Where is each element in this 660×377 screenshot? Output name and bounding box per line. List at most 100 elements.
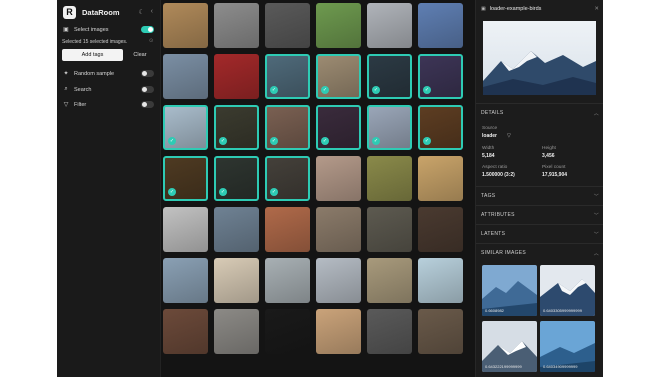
image-tile[interactable]: ✓ [418, 105, 463, 150]
image-tile[interactable]: ✓ [265, 105, 310, 150]
check-icon: ✓ [270, 188, 278, 196]
similarity-score: 0.64034909999999 [543, 364, 578, 369]
width-label: Width [482, 146, 495, 151]
image-tile[interactable] [163, 54, 208, 99]
image-tile[interactable] [265, 258, 310, 303]
latents-section-title: LATENTS [481, 231, 506, 237]
close-icon[interactable]: ✕ [594, 6, 599, 12]
attributes-section-title: ATTRIBUTES [481, 212, 515, 218]
similar-image[interactable]: 0.6608982 [482, 265, 537, 316]
image-tile[interactable] [163, 207, 208, 252]
filter-icon[interactable]: ▽ [507, 133, 511, 139]
clear-selection-icon[interactable]: ⊙ [149, 38, 153, 44]
similar-image[interactable]: 0.643222199999999 [482, 321, 537, 372]
height-label: Height [542, 146, 556, 151]
details-section-header[interactable]: DETAILS ︿ [481, 108, 599, 118]
similar-image[interactable]: 0.6403305999999999 [540, 265, 595, 316]
image-tile[interactable]: ✓ [265, 54, 310, 99]
preview-image [483, 21, 596, 95]
check-icon: ✓ [423, 137, 431, 145]
image-tile[interactable] [265, 309, 310, 354]
aspect-ratio-label: Aspect ratio [482, 165, 508, 170]
image-tile[interactable] [214, 3, 259, 48]
image-tile[interactable] [316, 309, 361, 354]
image-tile[interactable] [367, 3, 412, 48]
image-tile[interactable] [367, 156, 412, 201]
moon-icon[interactable]: ☾ [138, 8, 144, 16]
image-tile[interactable] [163, 3, 208, 48]
tags-section-header[interactable]: TAGS ﹀ [481, 191, 599, 201]
image-tile[interactable]: ✓ [367, 54, 412, 99]
image-tile[interactable] [316, 156, 361, 201]
attributes-section-header[interactable]: ATTRIBUTES ﹀ [481, 210, 599, 220]
source-label: Source [482, 126, 498, 131]
latents-section-header[interactable]: LATENTS ﹀ [481, 229, 599, 239]
image-tile[interactable] [265, 207, 310, 252]
image-tile[interactable] [316, 258, 361, 303]
select-images-label: Select images [74, 26, 109, 33]
random-sample-toggle[interactable] [141, 70, 154, 77]
image-tile[interactable]: ✓ [214, 156, 259, 201]
image-tile[interactable]: ✓ [163, 105, 208, 150]
pixel-count-label: Pixel count [542, 165, 566, 170]
image-tile[interactable]: ✓ [316, 54, 361, 99]
check-icon: ✓ [168, 137, 176, 145]
add-tags-button[interactable]: Add tags [62, 49, 123, 61]
image-tile[interactable]: ✓ [367, 105, 412, 150]
width-value: 5,184 [482, 153, 495, 159]
image-tile[interactable] [214, 258, 259, 303]
dataroom-logo-icon: R [63, 5, 76, 19]
image-tile[interactable] [214, 54, 259, 99]
similar-images-section-title: SIMILAR IMAGES [481, 250, 527, 256]
image-tile[interactable]: ✓ [265, 156, 310, 201]
filter-row[interactable]: ▽ Filter [62, 99, 154, 110]
chevron-down-icon: ﹀ [593, 231, 599, 238]
image-tile[interactable] [367, 207, 412, 252]
random-sample-label: Random sample [74, 70, 115, 77]
check-icon: ✓ [219, 137, 227, 145]
image-tile[interactable]: ✓ [418, 54, 463, 99]
filter-toggle[interactable] [141, 101, 154, 108]
image-tile[interactable] [418, 258, 463, 303]
image-tile[interactable] [418, 3, 463, 48]
clear-button[interactable]: Clear [127, 49, 153, 61]
image-tile[interactable]: ✓ [214, 105, 259, 150]
image-tile[interactable] [265, 3, 310, 48]
check-icon: ✓ [321, 137, 329, 145]
image-tile[interactable] [214, 309, 259, 354]
image-tile[interactable] [418, 309, 463, 354]
left-sidebar: R DataRoom ☾ ‹ ▣ Select images Selected … [57, 0, 161, 377]
image-tile[interactable] [418, 207, 463, 252]
similar-image[interactable]: 0.64034909999999 [540, 321, 595, 372]
image-tile[interactable]: ✓ [316, 105, 361, 150]
source-value: loader [482, 133, 498, 139]
image-tile[interactable] [316, 207, 361, 252]
image-grid: ✓ ✓ ✓ ✓ ✓ ✓ ✓ ✓ ✓ ✓ ✓ ✓ ✓ [163, 3, 467, 377]
image-tile[interactable] [367, 258, 412, 303]
chevron-up-icon: ︿ [593, 110, 599, 117]
image-tile[interactable] [163, 309, 208, 354]
similarity-score: 0.643222199999999 [485, 364, 522, 369]
search-icon: ⌕ [64, 86, 68, 92]
image-tile[interactable] [214, 207, 259, 252]
random-sample-row[interactable]: ✦ Random sample [62, 68, 154, 79]
search-toggle[interactable] [141, 86, 154, 93]
height-value: 3,456 [542, 153, 555, 159]
chevron-left-icon[interactable]: ‹ [151, 8, 153, 16]
chevron-up-icon: ︿ [593, 250, 599, 257]
detail-header: ▣ loader-example-birds ✕ [481, 4, 599, 14]
tags-section-title: TAGS [481, 193, 496, 199]
image-tile[interactable] [163, 258, 208, 303]
search-row[interactable]: ⌕ Search [62, 84, 154, 95]
select-images-toggle[interactable] [141, 26, 154, 33]
check-icon: ✓ [219, 188, 227, 196]
select-images-row[interactable]: ▣ Select images [62, 24, 154, 35]
check-icon: ✓ [270, 137, 278, 145]
app-name: DataRoom [82, 7, 120, 17]
image-tile[interactable] [418, 156, 463, 201]
image-tile[interactable]: ✓ [163, 156, 208, 201]
similar-images-section-header[interactable]: SIMILAR IMAGES ︿ [481, 248, 599, 258]
image-tile[interactable] [367, 309, 412, 354]
filter-label: Filter [74, 101, 87, 108]
image-tile[interactable] [316, 3, 361, 48]
